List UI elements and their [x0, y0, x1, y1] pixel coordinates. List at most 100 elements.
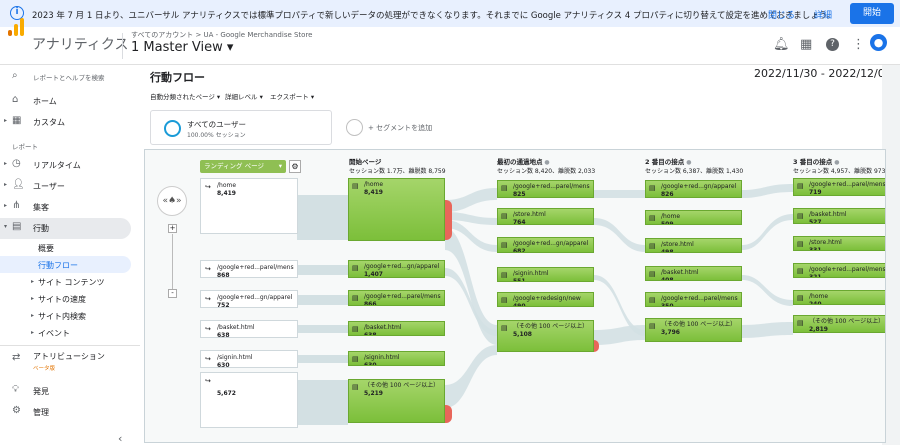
info-icon[interactable]: ●	[834, 159, 839, 166]
view-selector[interactable]: 1 Master View ▾	[131, 40, 233, 55]
zoom-slider-track[interactable]	[172, 234, 173, 290]
auto-grouped-pages-menu[interactable]: 自動分類されたページ ▾	[150, 91, 220, 101]
second-interaction-node[interactable]: ▤/home 509	[645, 210, 742, 225]
first-interaction-node[interactable]: ▤ （その他 100 ページ以上） 5,108	[497, 320, 594, 352]
second-interaction-node[interactable]: ▤/store.html 498	[645, 238, 742, 253]
page-icon: ▤	[352, 264, 359, 272]
landing-node[interactable]: ↪/google+red...parel/mens 868	[200, 260, 298, 278]
sidebar-item-home[interactable]: ⌂ ホーム	[0, 91, 140, 112]
landing-node[interactable]: ↪/basket.html 638	[200, 320, 298, 338]
help-icon[interactable]: ?	[826, 38, 839, 51]
info-icon[interactable]: ●	[686, 159, 691, 166]
account-breadcrumb[interactable]: すべてのアカウント > UA - Google Merchandise Stor…	[131, 30, 313, 40]
add-segment-button[interactable]: + セグメントを追加	[338, 110, 438, 145]
caret-right-icon: ▸	[4, 202, 8, 209]
dropoff-bar	[445, 405, 452, 423]
sidebar-sub-site-content[interactable]: ▸ サイト コンテンツ	[0, 273, 140, 290]
third-interaction-node[interactable]: ▤/home 240	[793, 290, 885, 305]
second-interaction-node[interactable]: ▤/basket.html 408	[645, 266, 742, 281]
sidebar-sub-site-search[interactable]: ▸ サイト内検索	[0, 307, 140, 324]
start-page-node[interactable]: ▤ （その他 100 ページ以上） 5,219	[348, 379, 445, 423]
page-icon: ▤	[797, 267, 804, 275]
banner-close-button[interactable]: 閉じる	[768, 8, 795, 21]
sidebar-item-attribution[interactable]: ⇄ アトリビューション ベータ版	[0, 349, 140, 375]
sidebar-search[interactable]: ⌕ レポートとヘルプを検索	[0, 67, 140, 88]
segment-pct: 100.00% セッション	[187, 132, 246, 139]
banner-start-button[interactable]: 開始	[850, 3, 894, 24]
date-range-picker[interactable]: 2022/11/30 - 2022/12/06 ▾	[754, 67, 899, 80]
zoom-in-button[interactable]: +	[168, 224, 177, 233]
gear-icon[interactable]: ⚙	[289, 160, 301, 173]
landing-node[interactable]: ↪ 5,672	[200, 372, 298, 428]
notification-bell-icon[interactable]: 🔔︎	[773, 38, 790, 52]
page-icon: ▤	[797, 182, 804, 190]
zoom-out-button[interactable]: -	[168, 289, 177, 298]
segment-ring-icon	[164, 120, 181, 137]
custom-grid-icon: ▦	[12, 115, 22, 126]
sidebar-sub-site-speed[interactable]: ▸ サイトの速度	[0, 290, 140, 307]
behavior-icon: ▤	[12, 221, 22, 232]
third-interaction-node[interactable]: ▤/basket.html 527	[793, 208, 885, 224]
export-menu[interactable]: エクスポート ▾	[270, 91, 314, 101]
flow-band	[297, 355, 348, 363]
start-page-node[interactable]: ▤/google+red...gn/apparel 1,407	[348, 260, 445, 278]
sidebar-item-discover[interactable]: 💡︎ 発見	[0, 381, 140, 402]
sidebar-item-users[interactable]: ▸ 👤︎ ユーザー	[0, 176, 140, 197]
start-page-node[interactable]: ▤/home 8,419	[348, 178, 445, 241]
more-vert-icon[interactable]: ⋮	[852, 38, 865, 52]
flow-band	[742, 214, 793, 250]
sidebar-item-realtime[interactable]: ▸ ◷ リアルタイム	[0, 155, 140, 176]
page-icon: ▤	[649, 270, 656, 278]
first-interaction-node[interactable]: ▤/google+red...gn/apparel 682	[497, 237, 594, 253]
landing-node[interactable]: ↪/home 8,419	[200, 178, 298, 234]
page-icon: ▤	[501, 324, 508, 332]
third-interaction-node[interactable]: ▤/google+red...parel/mens 321	[793, 263, 885, 278]
apps-grid-icon[interactable]: ▦	[800, 38, 812, 52]
sidebar-item-custom[interactable]: ▸ ▦ カスタム	[0, 112, 140, 133]
third-interaction-node[interactable]: ▤ （その他 100 ページ以上） 2,819	[793, 315, 885, 333]
forward-arrow-icon: ↪	[205, 355, 211, 363]
sidebar-sub-behavior-flow[interactable]: 行動フロー	[0, 256, 131, 273]
first-interaction-node[interactable]: ▤/store.html 764	[497, 208, 594, 225]
third-interaction-node[interactable]: ▤/google+red...parel/mens 719	[793, 178, 885, 196]
page-title: 行動フロー	[150, 71, 205, 84]
sidebar-item-acquisition[interactable]: ▸ ⋔ 集客	[0, 197, 140, 218]
start-page-node[interactable]: ▤/google+red...parel/mens 866	[348, 290, 445, 306]
page-icon: ▤	[797, 212, 804, 220]
sidebar-sub-events[interactable]: ▸ イベント	[0, 324, 140, 341]
start-page-node[interactable]: ▤/signin.html 630	[348, 351, 445, 366]
sidebar-divider	[0, 345, 140, 346]
caret-right-icon: ▸	[31, 329, 35, 336]
sidebar-item-behavior[interactable]: ▾ ▤ 行動	[0, 218, 131, 239]
landing-node[interactable]: ↪/google+red...gn/apparel 752	[200, 290, 298, 308]
chevron-down-icon: ▾	[278, 162, 282, 170]
lightbulb-icon: 💡︎	[12, 384, 19, 395]
first-interaction-node[interactable]: ▤/signin.html 551	[497, 267, 594, 282]
second-interaction-node[interactable]: ▤ （その他 100 ページ以上） 3,796	[645, 318, 742, 342]
landing-node[interactable]: ↪/signin.html 630	[200, 350, 298, 368]
first-interaction-node[interactable]: ▤/google+redesign/new 490	[497, 292, 594, 307]
segment-all-users[interactable]: すべてのユーザー 100.00% セッション	[150, 110, 332, 145]
behavior-flow-canvas[interactable]: 開始ページ セッション数 1.7万、離脱数 8,759 最初の通過地点 ● セッショ…	[144, 149, 886, 443]
info-icon[interactable]: ●	[544, 159, 549, 166]
acquisition-icon: ⋔	[12, 200, 21, 211]
page-icon: ▤	[352, 383, 359, 391]
page-icon: ▤	[649, 214, 656, 222]
second-interaction-node[interactable]: ▤/google+red...gn/apparel 826	[645, 180, 742, 198]
flow-band	[594, 218, 645, 252]
pan-control-icon[interactable]: «♠»	[157, 186, 187, 216]
avatar[interactable]: ●	[870, 34, 887, 51]
attribution-icon: ⇄	[12, 352, 21, 363]
sidebar-item-admin[interactable]: ⚙ 管理	[0, 402, 140, 423]
dimension-dropdown[interactable]: ランディング ページ ▾	[200, 160, 286, 173]
page-icon: ▤	[649, 184, 656, 192]
collapse-sidebar-icon[interactable]: ‹	[118, 432, 122, 445]
third-interaction-node[interactable]: ▤/store.html 331	[793, 236, 885, 251]
banner-detail-button[interactable]: 詳細	[814, 8, 832, 21]
caret-right-icon: ▸	[31, 312, 35, 319]
start-page-node[interactable]: ▤/basket.html 638	[348, 321, 445, 336]
sidebar-sub-overview[interactable]: 概要	[0, 239, 140, 256]
first-interaction-node[interactable]: ▤/google+red...parel/mens 825	[497, 180, 594, 198]
second-interaction-node[interactable]: ▤/google+red...parel/mens 350	[645, 292, 742, 307]
detail-level-menu[interactable]: 詳細レベル ▾	[225, 91, 263, 101]
